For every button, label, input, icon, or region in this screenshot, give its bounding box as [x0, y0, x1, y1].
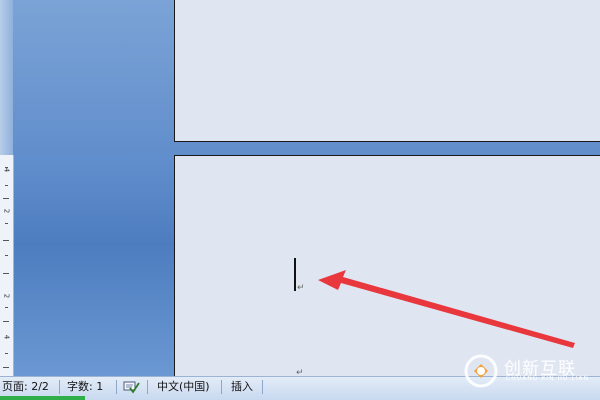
status-progress-strip	[0, 396, 85, 400]
insert-mode-indicator[interactable]: 插入	[231, 377, 253, 396]
status-separator	[59, 380, 60, 394]
spell-check-icon[interactable]	[122, 379, 140, 394]
watermark-logo: 创新互联 CHUANG XIN HU LIAN	[462, 352, 597, 390]
status-separator	[116, 380, 117, 394]
language-indicator[interactable]: 中文(中国)	[157, 377, 210, 396]
status-separator	[147, 380, 148, 394]
arrow-shape	[318, 270, 575, 348]
word-count[interactable]: 字数: 1	[67, 377, 103, 396]
status-separator	[262, 380, 263, 394]
red-arrow-annotation	[318, 270, 575, 348]
logo-subtitle: CHUANG XIN HU LIAN	[506, 375, 590, 382]
status-separator	[221, 380, 222, 394]
logo-mark-icon	[464, 354, 498, 388]
page-indicator[interactable]: 页面: 2/2	[2, 377, 49, 396]
